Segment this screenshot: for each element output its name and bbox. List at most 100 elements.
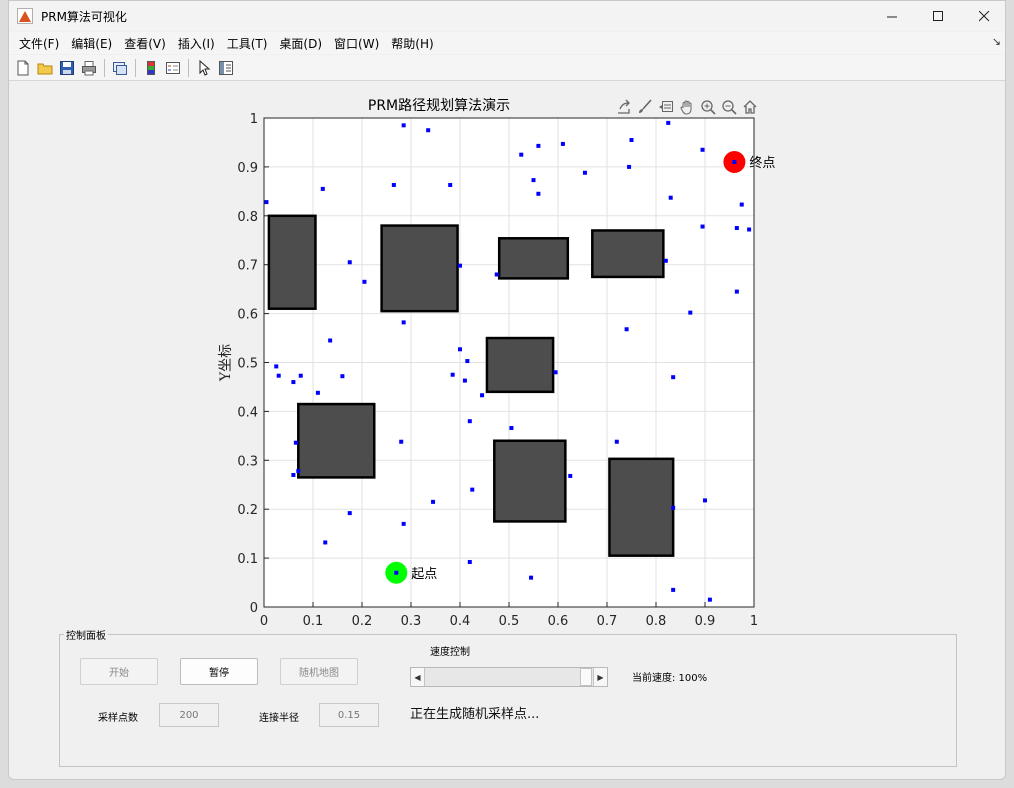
zoom-in-button[interactable] (698, 97, 717, 116)
obstacle-rect (493, 439, 567, 523)
pan-button[interactable] (677, 97, 696, 116)
link-plot-icon (112, 61, 127, 75)
menu-edit[interactable]: 编辑(E) (65, 35, 118, 52)
open-file-button[interactable] (34, 58, 55, 78)
sample-point (276, 373, 281, 378)
obstacle-rect (380, 224, 459, 313)
toolbar-separator (188, 58, 189, 77)
slider-thumb[interactable] (580, 668, 592, 686)
pointer-arrow-icon (199, 59, 210, 76)
sample-point (347, 260, 352, 265)
menu-bar: 文件(F) 编辑(E) 查看(V) 插入(I) 工具(T) 桌面(D) 窗口(W… (9, 32, 1005, 54)
sample-point (462, 378, 467, 383)
connect-radius-label: 连接半径 (259, 713, 299, 724)
x-tick-label: 0.2 (352, 614, 373, 629)
sample-point (568, 473, 573, 478)
sample-point (663, 258, 668, 263)
sample-point (401, 320, 406, 325)
sample-point (627, 164, 632, 169)
sample-point (536, 143, 541, 148)
property-panel-icon (218, 60, 233, 75)
minimize-button[interactable] (869, 1, 915, 31)
speed-slider[interactable]: ◀ ▶ (410, 667, 608, 687)
menu-insert[interactable]: 插入(I) (172, 35, 221, 52)
matlab-icon (17, 8, 33, 24)
y-tick-label: 0.1 (237, 552, 258, 567)
menu-file[interactable]: 文件(F) (13, 35, 65, 52)
sample-point (431, 499, 436, 504)
sample-point (426, 128, 431, 133)
sample-count-field[interactable]: 200 (159, 703, 219, 727)
insert-colorbar-button[interactable] (140, 58, 161, 78)
sample-point (328, 338, 333, 343)
control-panel-title: 控制面板 (64, 627, 108, 642)
menu-window[interactable]: 窗口(W) (328, 35, 385, 52)
title-bar[interactable]: PRM算法可视化 (9, 1, 1005, 31)
export-icon (617, 99, 630, 114)
menu-help[interactable]: 帮助(H) (385, 35, 439, 52)
insert-legend-button[interactable] (162, 58, 183, 78)
dock-arrow-icon[interactable]: ↘ (992, 35, 1001, 48)
sample-point (707, 597, 712, 602)
toolbar-separator (135, 58, 136, 77)
sample-point (666, 120, 671, 125)
export-button[interactable] (614, 97, 633, 116)
sample-point (629, 138, 634, 143)
sample-point (529, 575, 534, 580)
slider-right-arrow-icon[interactable]: ▶ (593, 668, 607, 686)
maximize-button[interactable] (915, 1, 961, 31)
x-tick-label: 1 (750, 614, 758, 629)
sample-point (362, 279, 367, 284)
speed-control-label: 速度控制 (430, 647, 470, 658)
sample-point (509, 426, 514, 431)
prm-plot: 0 0.1 0.2 0.3 0.4 0.5 0.6 0.7 0.8 0.9 1 0 0.1 0.2 0.3 0… (218, 98, 775, 629)
new-figure-button[interactable] (12, 58, 33, 78)
y-tick-label: 0.5 (237, 357, 258, 372)
restore-view-button[interactable] (740, 97, 759, 116)
sample-point (298, 373, 303, 378)
sample-point (296, 469, 301, 474)
menu-view[interactable]: 查看(V) (118, 35, 172, 52)
y-tick-label: 0.3 (237, 454, 258, 469)
brush-button[interactable] (635, 97, 654, 116)
sample-point (274, 364, 279, 369)
sample-point (467, 560, 472, 565)
print-button[interactable] (78, 58, 99, 78)
sample-point (614, 439, 619, 444)
menu-desktop[interactable]: 桌面(D) (273, 35, 328, 52)
start-button[interactable]: 开始 (80, 658, 158, 685)
pan-hand-icon (679, 100, 691, 114)
sample-point (703, 498, 707, 503)
sample-point (747, 227, 752, 232)
data-tips-button[interactable] (656, 97, 675, 116)
connect-radius-field[interactable]: 0.15 (319, 703, 379, 727)
property-inspector-button[interactable] (215, 58, 236, 78)
sample-point (401, 521, 406, 526)
save-button[interactable] (56, 58, 77, 78)
sample-point (293, 440, 298, 445)
zoom-out-button[interactable] (719, 97, 738, 116)
y-tick-label: 0.6 (237, 308, 258, 323)
edit-plot-button[interactable] (193, 58, 214, 78)
sample-count-label: 采样点数 (98, 713, 138, 724)
menu-tools[interactable]: 工具(T) (221, 35, 274, 52)
link-plot-button[interactable] (109, 58, 130, 78)
sample-point (494, 272, 499, 277)
y-tick-label: 0 (250, 601, 258, 616)
x-tick-label: 0.9 (695, 614, 716, 629)
sample-point (470, 487, 475, 492)
x-tick-label: 0.5 (499, 614, 520, 629)
sample-point (291, 380, 296, 385)
x-tick-label: 0.6 (548, 614, 569, 629)
random-map-button[interactable]: 随机地图 (280, 658, 358, 685)
sample-point (315, 390, 320, 395)
sample-point (399, 439, 404, 444)
sample-point (465, 359, 470, 364)
pause-button[interactable]: 暂停 (180, 658, 258, 685)
close-button[interactable] (961, 1, 1005, 31)
sample-point (519, 152, 524, 157)
figure-canvas: 0 0.1 0.2 0.3 0.4 0.5 0.6 0.7 0.8 0.9 1 0 0.1 0.2 0.3 0… (9, 81, 1005, 779)
sample-point (391, 182, 396, 187)
slider-left-arrow-icon[interactable]: ◀ (411, 668, 425, 686)
figure-toolbar (9, 55, 1005, 81)
